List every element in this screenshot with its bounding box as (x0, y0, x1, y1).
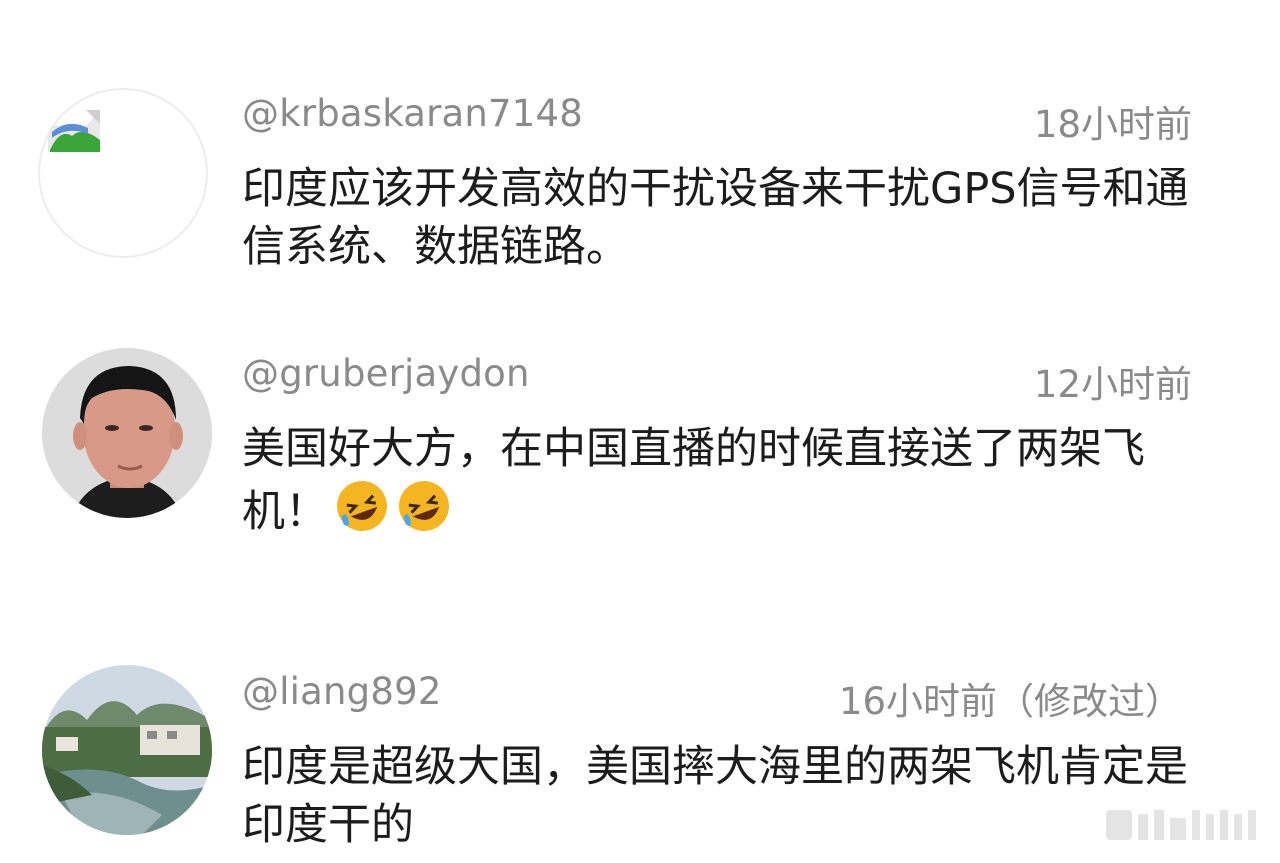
landscape-photo (42, 665, 212, 835)
person-photo (42, 348, 212, 518)
watermark-logo (1100, 800, 1270, 848)
comment-text: 印度是超级大国，美国摔大海里的两架飞机肯定是印度干的 (242, 742, 1188, 850)
comment-username[interactable]: @gruberjaydon (242, 352, 530, 395)
comment-timestamp: 12小时前 (1033, 363, 1192, 406)
broken-image-icon (38, 88, 208, 258)
rofl-emoji (396, 478, 452, 549)
avatar[interactable] (42, 665, 212, 835)
comment-timestamp: 16小时前（修改过） (838, 680, 1182, 723)
comment-text: 美国好大方，在中国直播的时候直接送了两架飞机！ (242, 420, 1197, 549)
avatar[interactable] (38, 88, 208, 258)
rofl-emoji (334, 478, 390, 549)
comment-text: 印度应该开发高效的干扰设备来干扰GPS信号和通信系统、数据链路。 (242, 164, 1189, 272)
comment-username[interactable]: @liang892 (242, 670, 442, 713)
comment-username[interactable]: @krbaskaran7148 (242, 92, 583, 135)
avatar[interactable] (42, 348, 212, 518)
comment-timestamp: 18小时前 (1033, 103, 1192, 146)
